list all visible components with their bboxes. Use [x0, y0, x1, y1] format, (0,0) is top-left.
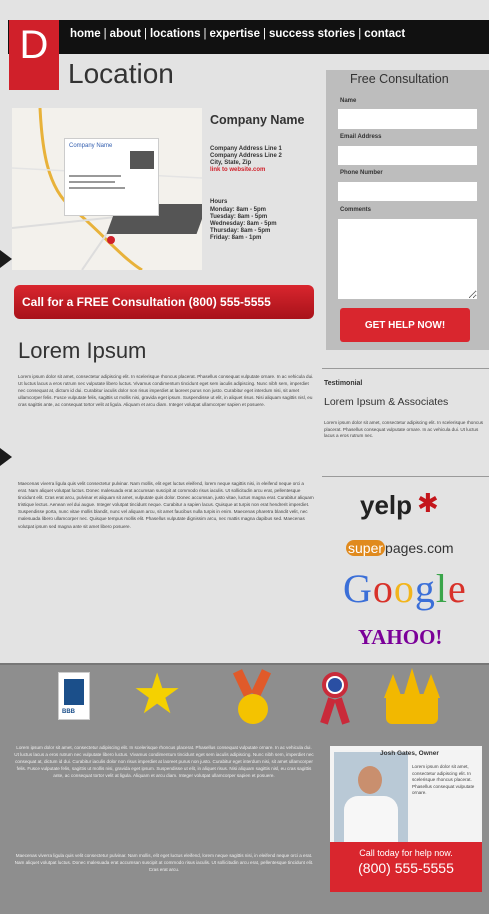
owner-head — [358, 766, 382, 794]
form-title: Free Consultation — [350, 72, 449, 86]
star-icon: ★ — [132, 662, 183, 725]
nav-separator: | — [143, 28, 147, 40]
award-ribbon-icon — [316, 672, 356, 728]
email-label: Email Address — [340, 134, 382, 140]
owner-name: Josh Gates, Owner — [380, 750, 439, 757]
company-name: Company Name — [210, 113, 305, 127]
name-field[interactable] — [338, 109, 477, 129]
name-label: Name — [340, 98, 357, 104]
content-paragraph: Lorem ipsum dolor sit amet, consectetur … — [18, 374, 314, 408]
google-letter: o — [372, 566, 394, 611]
ribbon-tail — [320, 697, 336, 725]
comments-field[interactable] — [338, 219, 477, 299]
superpages-badge: super — [346, 540, 386, 556]
testimonial-label: Testimonial — [324, 380, 363, 387]
nav-item-contact[interactable]: contact — [364, 28, 405, 40]
testimonial-text: Lorem ipsum dolor sit amet, consectetur … — [324, 420, 484, 438]
nav-separator: | — [262, 28, 266, 40]
logo[interactable]: D — [9, 20, 59, 90]
google-logo[interactable]: Google — [343, 565, 467, 612]
medal-icon — [230, 669, 274, 728]
main-nav: home | about | locations | expertise | success s… — [70, 28, 405, 40]
google-letter: o — [393, 566, 415, 611]
owner-blurb: Lorem ipsum dolor sit amet, consectetur … — [412, 764, 475, 795]
medal-disc — [238, 694, 268, 724]
phone-field[interactable] — [338, 182, 477, 201]
nav-separator: | — [103, 28, 107, 40]
page: D home | about | locations | expertise | success… — [0, 0, 489, 914]
nav-item-about[interactable]: about — [110, 28, 141, 40]
popup-title: Company Name — [69, 143, 113, 149]
popup-text-line — [69, 187, 125, 189]
hours-line: Friday: 8am - 1pm — [210, 235, 262, 241]
map-pin-icon[interactable] — [107, 236, 115, 244]
page-title: Location — [68, 58, 174, 89]
medal-ribbon — [232, 669, 254, 697]
comments-label: Comments — [340, 207, 372, 213]
side-arrow-icon — [0, 250, 12, 268]
bbb-label: BBB — [62, 709, 75, 715]
nav-separator: | — [358, 28, 362, 40]
google-letter: e — [448, 566, 467, 611]
nav-item-locations[interactable]: locations — [150, 28, 200, 40]
nav-item-success-stories[interactable]: success stories — [269, 28, 355, 40]
bbb-torch-icon — [64, 679, 84, 705]
popup-text-line — [69, 175, 121, 177]
superpages-logo[interactable]: super pages.com — [346, 540, 454, 556]
nav-item-home[interactable]: home — [70, 28, 101, 40]
map-info-popup[interactable]: Company Name — [64, 138, 159, 216]
content-paragraph: Maecenas viverra ligula quis velit conse… — [18, 481, 314, 529]
medal-ribbon — [250, 669, 272, 697]
content-heading: Lorem Ipsum — [18, 338, 147, 363]
location-map[interactable]: Company Name — [12, 108, 202, 270]
nav-item-expertise[interactable]: expertise — [209, 28, 260, 40]
owner-torso — [344, 796, 398, 842]
testimonial-name: Lorem Ipsum & Associates — [324, 396, 449, 408]
nav-separator: | — [203, 28, 207, 40]
crown-body — [386, 694, 438, 724]
divider — [322, 476, 489, 477]
email-field[interactable] — [338, 146, 477, 165]
footer-paragraph: Lorem ipsum dolor sit amet, consectetur … — [14, 745, 314, 778]
yahoo-logo[interactable]: YAHOO! — [358, 625, 442, 650]
bbb-badge-icon: BBB — [58, 672, 90, 720]
footer-paragraph: Maecenas viverra ligula quis velit conse… — [14, 853, 314, 872]
side-arrow-icon — [0, 448, 12, 466]
call-today-button[interactable]: Call today for help now. (800) 555-5555 — [330, 842, 482, 892]
get-help-button[interactable]: GET HELP NOW! — [340, 308, 470, 342]
ribbon-core — [328, 678, 342, 692]
consultation-call-button[interactable]: Call for a FREE Consultation (800) 555-5… — [14, 285, 314, 319]
yelp-burst-icon: ✱ — [417, 488, 439, 518]
google-letter: g — [414, 566, 436, 611]
hours-label: Hours — [210, 199, 228, 205]
yelp-logo[interactable]: yelp — [360, 490, 412, 521]
phone-label: Phone Number — [340, 170, 383, 176]
superpages-text: pages.com — [385, 540, 454, 556]
popup-text-line — [69, 181, 115, 183]
popup-thumbnail — [130, 151, 154, 169]
google-letter: l — [435, 566, 449, 611]
ribbon-tail — [334, 697, 350, 725]
owner-photo — [334, 752, 408, 842]
call-today-phone: (800) 555-5555 — [358, 860, 454, 876]
divider — [322, 368, 489, 369]
call-today-label: Call today for help now. — [359, 848, 453, 858]
website-link[interactable]: link to website.com — [210, 167, 265, 175]
crown-icon — [382, 668, 442, 726]
google-letter: G — [343, 566, 373, 611]
